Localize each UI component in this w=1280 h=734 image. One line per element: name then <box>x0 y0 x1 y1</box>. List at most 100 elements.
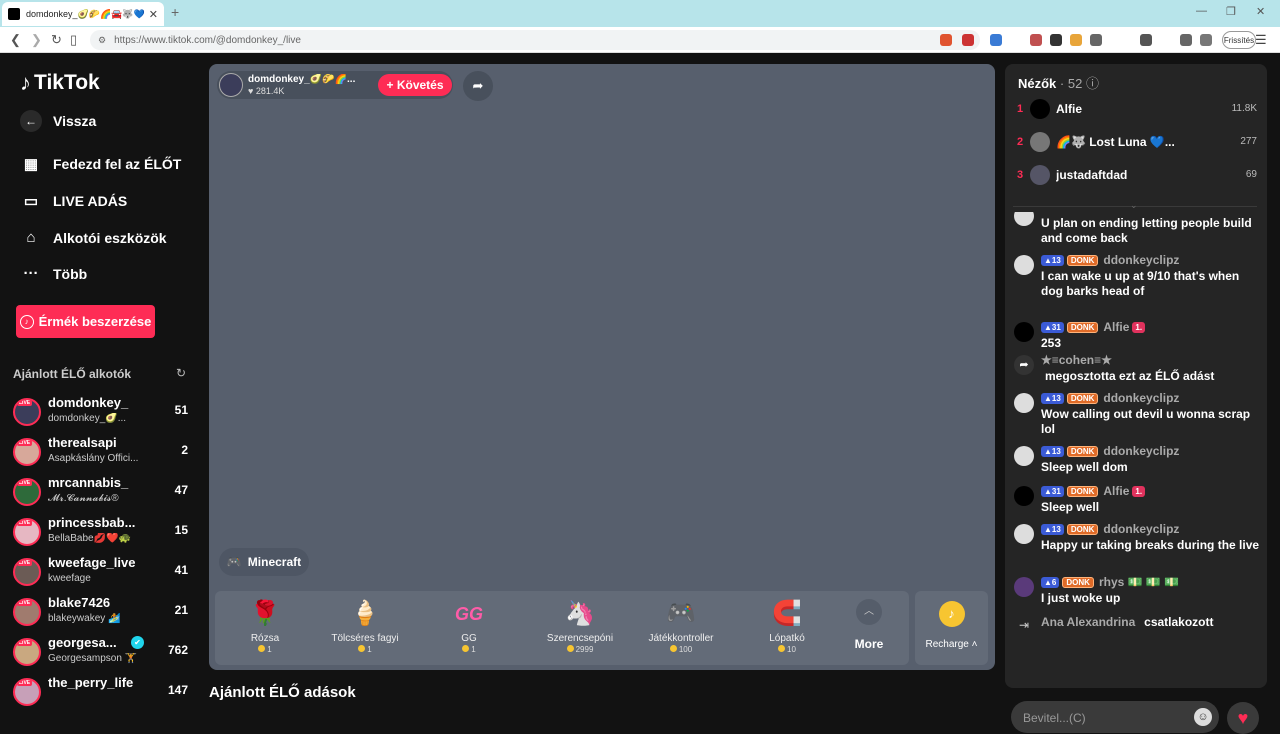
rewards-icon[interactable] <box>962 34 974 46</box>
live-player[interactable]: ⁡domdonkey_🥑🌮🌈... ♥ 281.4K + Követés ➦ 🎮… <box>209 64 995 670</box>
share-icon[interactable]: ➦ <box>463 71 493 101</box>
live-badge: LIVE <box>17 680 33 686</box>
host-avatar[interactable] <box>219 73 243 97</box>
gift-item[interactable]: 🦄 Szerencsepóni 2999 <box>530 597 630 654</box>
viewer-count: 47 <box>174 483 188 497</box>
chat-username[interactable]: ddonkeyclipz ⁡ <box>1103 391 1182 405</box>
back-button[interactable]: ← Vissza <box>20 110 96 132</box>
like-heart-button[interactable]: ♥ <box>1227 702 1259 734</box>
gift-item[interactable]: GG GG 1 <box>419 597 519 654</box>
gift-item[interactable]: 🎮 Játékkontroller 100 <box>631 597 731 654</box>
tiktok-logo[interactable]: ♪ TikTok <box>20 70 100 96</box>
suggested-creator[interactable]: LIVE princessbab... BellaBabe💋❤️🐢 15 <box>13 515 188 551</box>
back-icon[interactable]: ❮ <box>10 32 21 48</box>
close-tab-icon[interactable]: ✕ <box>149 8 158 21</box>
gift-price-value: 1 <box>471 645 476 654</box>
chat-username[interactable]: Ana Alexandrina <box>1041 615 1135 629</box>
follow-button[interactable]: + Követés <box>378 74 452 96</box>
chat-header: Ana Alexandrina csatlakozott <box>1041 613 1214 631</box>
brave-shield-icon[interactable] <box>940 34 952 46</box>
chevron-down-icon[interactable]: ⌄ <box>1130 200 1138 211</box>
nav-more[interactable]: ··· Több <box>20 265 88 282</box>
top-viewer[interactable]: 3 justadaftdad 69 <box>1017 165 1257 187</box>
chat-username[interactable]: Alfie⁡ <box>1103 320 1129 334</box>
creator-name: domdonkey_ <box>48 395 129 410</box>
minimize-icon[interactable]: — <box>1196 5 1207 17</box>
leo-icon[interactable] <box>1180 34 1192 46</box>
viewer-rank: 2 <box>1017 136 1024 148</box>
video-camera-icon: ▭ <box>23 193 39 210</box>
gift-icon: 🍦 <box>350 600 380 627</box>
nav-creator-tools[interactable]: ⌂ Alkotói eszközök <box>20 229 166 246</box>
suggested-creator[interactable]: LIVE blake7426 blakeywakey 🏄 21 <box>13 595 188 631</box>
chat-input[interactable]: Bevitel...(C) <box>1011 701 1219 733</box>
coin-icon <box>358 645 366 652</box>
suggested-creator[interactable]: LIVE the_perry_life 147 <box>13 675 188 711</box>
fan-club-badge: DONK <box>1066 321 1099 333</box>
game-label: Minecraft <box>247 555 302 569</box>
live-badge: LIVE <box>17 440 33 446</box>
viewer-score: 69 <box>1245 169 1257 180</box>
bookmark-icon[interactable]: ▯ <box>70 32 77 48</box>
chat-username[interactable]: ddonkeyclipz ⁡ <box>1103 253 1182 267</box>
gift-name: Tölcséres fagyi <box>331 633 399 644</box>
chat-text: Wow calling out devil u wonna scrap lol <box>1041 407 1251 436</box>
new-tab-icon[interactable]: + <box>171 4 179 20</box>
info-icon[interactable]: ⓘ <box>1086 76 1099 91</box>
chat-username[interactable]: ★≡cohen≡★ <box>1041 353 1112 367</box>
chat-username[interactable]: rhys 💵 💵 💵 <box>1099 575 1179 589</box>
host-info[interactable]: ⁡domdonkey_🥑🌮🌈... ♥ 281.4K + Követés <box>217 71 453 99</box>
sidebar-icon[interactable] <box>1140 34 1152 46</box>
url-field[interactable]: ⚙ https://www.tiktok.com/@domdonkey_/liv… <box>90 30 980 50</box>
nav-explore-live[interactable]: ▦ Fedezd fel az ÉLŐT <box>20 155 181 173</box>
menu-icon[interactable]: ☰ <box>1255 32 1267 48</box>
update-button[interactable]: Frissítés <box>1222 31 1256 49</box>
suggested-creator[interactable]: LIVE kweefage_live kweefage 41 <box>13 555 188 591</box>
suggested-creator[interactable]: LIVE mrcannabis_ 𝓜𝓻.𝓒𝓪𝓷𝓷𝓪𝓫𝓲𝓼® 47 <box>13 475 188 511</box>
chat-messages[interactable]: U plan on ending letting people build an… <box>1005 212 1267 652</box>
chat-username[interactable]: ddonkeyclipz ⁡ <box>1103 444 1182 458</box>
vpn-icon[interactable] <box>1200 34 1212 46</box>
extension-icon[interactable] <box>1050 34 1062 46</box>
reload-icon[interactable]: ↻ <box>51 32 62 48</box>
top-viewer[interactable]: 1 Alfie⁡ 11.8K <box>1017 99 1257 121</box>
gift-price: 1 <box>315 645 415 654</box>
likes-count: 281.4K <box>255 86 285 96</box>
gift-icon: 🧲 <box>772 600 802 627</box>
nav-live-studio[interactable]: ▭ LIVE ADÁS <box>20 192 127 210</box>
suggested-creator[interactable]: LIVE domdonkey_ ⁡domdonkey_🥑... 51 <box>13 395 188 431</box>
avatar <box>1014 212 1034 226</box>
restore-icon[interactable]: ❐ <box>1226 5 1236 18</box>
viewer-count: 762 <box>167 643 188 657</box>
avatar <box>1030 99 1050 119</box>
top-viewer[interactable]: 2 🌈🐺⁡ Lost Luna 💙... 277 <box>1017 132 1257 154</box>
browser-tab[interactable]: ⁡domdonkey_🥑🌮🌈🚘🐺💙 ✕ <box>2 2 164 26</box>
gift-item[interactable]: 🌹 Rózsa 1 <box>215 597 315 654</box>
forward-icon[interactable]: ❯ <box>31 32 42 48</box>
avatar <box>1014 255 1034 275</box>
chevron-up-icon: ˄ <box>971 639 978 650</box>
more-gifts-button[interactable]: ︿ More <box>849 599 889 651</box>
level-value: 13 <box>1051 255 1061 265</box>
translate-icon[interactable] <box>990 34 1002 46</box>
recharge-button[interactable]: ♪ Recharge ˄ <box>915 591 988 665</box>
coin-icon <box>566 645 574 652</box>
chat-text: I can wake u up at 9/10 that's when dog … <box>1041 269 1240 298</box>
coin-icon <box>669 645 677 652</box>
extension-icon[interactable] <box>1070 34 1082 46</box>
chat-username[interactable]: ddonkeyclipz ⁡ <box>1103 522 1182 536</box>
chat-username[interactable]: Alfie⁡ <box>1103 484 1129 498</box>
close-window-icon[interactable]: ✕ <box>1256 5 1265 18</box>
fan-club-badge: DONK <box>1066 485 1099 497</box>
extension-icon[interactable] <box>1030 34 1042 46</box>
get-coins-button[interactable]: ♪ Érmék beszerzése <box>16 305 155 338</box>
game-tag[interactable]: 🎮 Minecraft <box>219 548 309 576</box>
suggested-creator[interactable]: LIVE georgesa... Georgesampson 🏋 762 ✔ <box>13 635 188 671</box>
site-info-icon[interactable]: ⚙ <box>98 35 106 46</box>
gift-item[interactable]: 🍦 Tölcséres fagyi 1 <box>315 597 415 654</box>
extensions-puzzle-icon[interactable] <box>1090 34 1102 46</box>
emoji-icon[interactable]: ☺ <box>1194 708 1212 726</box>
gift-item[interactable]: 🧲 Lópatkó 10 <box>737 597 837 654</box>
suggested-creator[interactable]: LIVE therealsapi Asapkáslány Offici... 2 <box>13 435 188 471</box>
refresh-icon[interactable]: ↻ <box>176 366 186 380</box>
